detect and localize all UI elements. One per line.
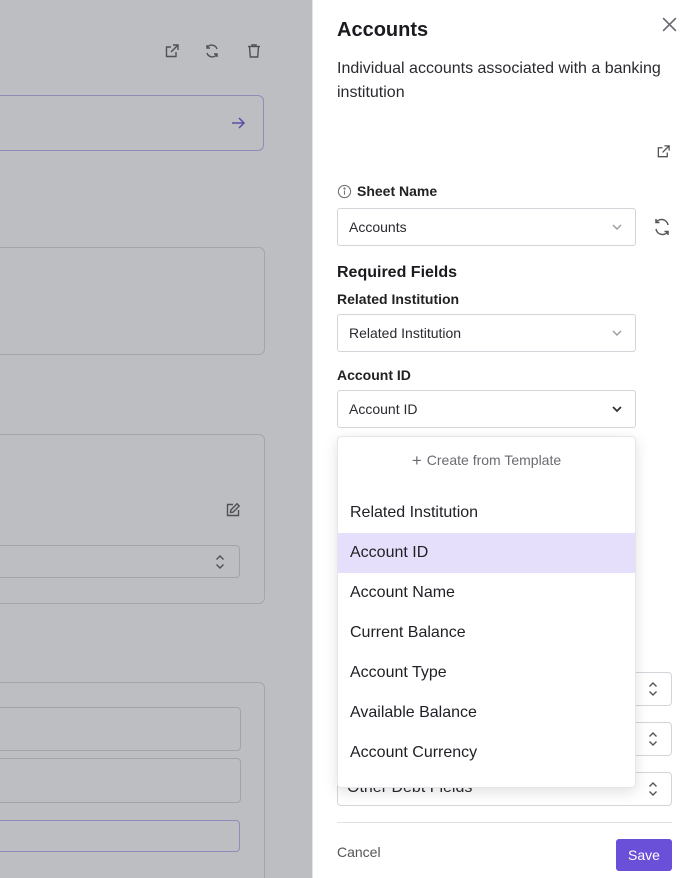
dropdown-option[interactable]: Current Balance: [338, 613, 635, 653]
chevron-down-icon: [611, 403, 623, 415]
drawer-description: Individual accounts associated with a ba…: [337, 60, 661, 101]
plus-icon: +: [411, 451, 422, 470]
related-institution-label: Related Institution: [337, 291, 460, 307]
external-link-icon[interactable]: [656, 144, 671, 159]
modal-overlay[interactable]: [0, 0, 312, 878]
required-fields-heading: Required Fields: [337, 264, 458, 281]
create-from-template-label: Create from Template: [426, 452, 562, 468]
account-id-value: Account ID: [349, 401, 418, 417]
footer-divider: [337, 822, 672, 823]
sort-icon: [648, 731, 658, 747]
dropdown-option[interactable]: Related Institution: [338, 493, 635, 533]
accounts-drawer: Accounts Individual accounts associated …: [312, 0, 686, 878]
sheet-name-value: Accounts: [349, 219, 407, 235]
chevron-down-icon: [611, 221, 623, 233]
create-from-template-option[interactable]: + Create from Template: [338, 451, 635, 470]
drawer-title: Accounts: [337, 19, 429, 41]
dropdown-option[interactable]: Account Name: [338, 573, 635, 613]
sort-icon: [648, 781, 658, 797]
sheet-name-select[interactable]: Accounts: [337, 208, 636, 246]
account-id-label: Account ID: [337, 367, 411, 383]
account-id-select[interactable]: Account ID: [337, 390, 636, 428]
info-icon: [337, 184, 352, 199]
cancel-button[interactable]: Cancel: [337, 844, 381, 860]
dropdown-option[interactable]: Available Balance: [338, 693, 635, 733]
dropdown-option-selected[interactable]: Account ID: [338, 533, 635, 573]
related-institution-select[interactable]: Related Institution: [337, 314, 636, 352]
dropdown-option[interactable]: Account Currency: [338, 733, 635, 773]
sort-icon: [648, 681, 658, 697]
account-id-dropdown: + Create from Template Related Institutio…: [337, 436, 636, 788]
save-button[interactable]: Save: [616, 839, 672, 871]
related-institution-value: Related Institution: [349, 325, 462, 341]
chevron-down-icon: [611, 327, 623, 339]
sheet-name-label: Sheet Name: [337, 183, 437, 199]
close-icon[interactable]: [661, 16, 678, 33]
sheet-name-label-text: Sheet Name: [357, 183, 438, 199]
refresh-icon[interactable]: [652, 217, 672, 237]
dropdown-option[interactable]: Account Type: [338, 653, 635, 693]
